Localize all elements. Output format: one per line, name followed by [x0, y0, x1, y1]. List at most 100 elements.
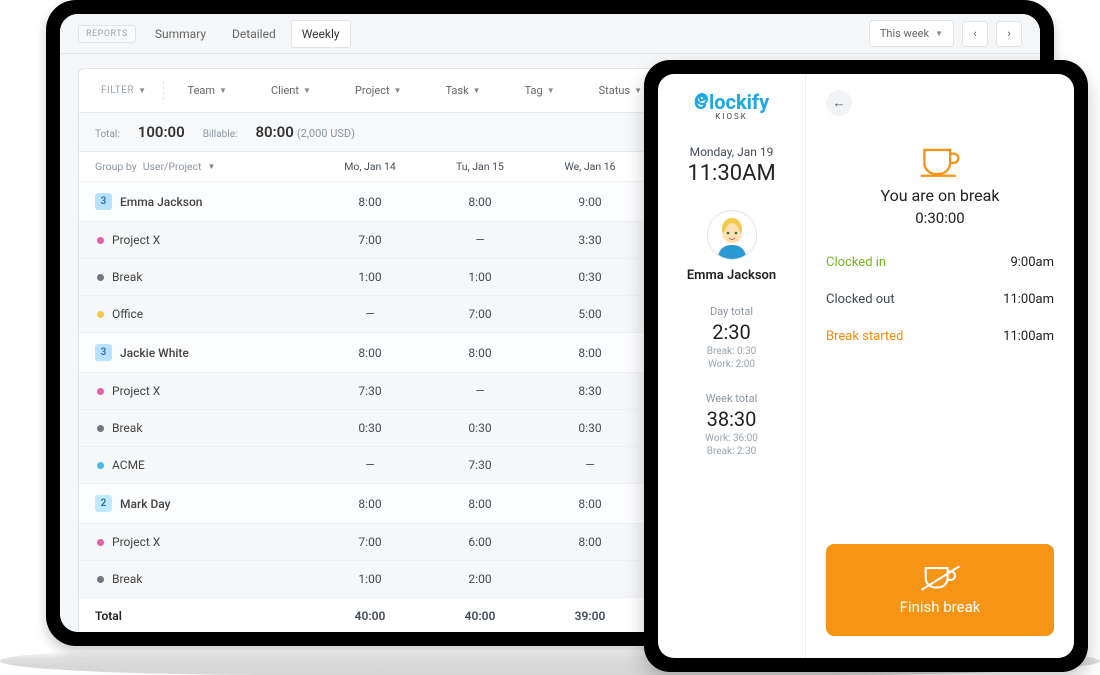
- cell: 0:30: [535, 270, 645, 284]
- color-dot: [97, 462, 104, 469]
- clock-line-value: 9:00am: [1010, 255, 1054, 270]
- day-break: Break: 0:30: [707, 346, 757, 357]
- break-title: You are on break: [826, 186, 1054, 205]
- filter-status[interactable]: Status ▼: [589, 80, 652, 101]
- tablet-frame: Clockify KIOSK Monday, Jan 19 11:30AM Em…: [644, 60, 1088, 672]
- cell: 1:00: [315, 270, 425, 284]
- chevron-down-icon: ▼: [473, 86, 481, 95]
- color-dot: [97, 388, 104, 395]
- cell: 8:00: [425, 195, 535, 209]
- billable-amount: (2,000 USD): [297, 127, 355, 140]
- tablet-screen: Clockify KIOSK Monday, Jan 19 11:30AM Em…: [658, 74, 1074, 658]
- chevron-down-icon: ▼: [935, 29, 943, 38]
- kiosk-sidebar: Clockify KIOSK Monday, Jan 19 11:30AM Em…: [658, 74, 806, 658]
- row-name: ACME: [112, 458, 145, 472]
- cell: —: [315, 458, 425, 472]
- kiosk-sublabel: KIOSK: [715, 112, 747, 121]
- filter-project[interactable]: Project ▼: [345, 80, 412, 101]
- cell: —: [425, 384, 535, 398]
- row-name: Break: [112, 572, 142, 586]
- row-name: Project X: [112, 384, 160, 398]
- chevron-down-icon: ▼: [207, 162, 215, 171]
- clock-line-label: Clocked out: [826, 292, 895, 307]
- cell: 8:00: [425, 346, 535, 360]
- filter-task[interactable]: Task ▼: [435, 80, 490, 101]
- count-badge: 3: [95, 193, 112, 210]
- user-avatar: [707, 210, 757, 260]
- chevron-down-icon: ▼: [634, 86, 642, 95]
- row-name: Break: [112, 421, 142, 435]
- count-badge: 3: [95, 344, 112, 361]
- cell: 8:00: [315, 497, 425, 511]
- week-work: Work: 36:00: [705, 433, 758, 444]
- row-name: Project X: [112, 233, 160, 247]
- clock-lines: Clocked in9:00am Clocked out 11:00am Break …: [826, 255, 1054, 344]
- tab-weekly[interactable]: Weekly: [291, 20, 351, 48]
- group-by-value[interactable]: User/Project: [143, 160, 202, 173]
- total-cell-2: 39:00: [535, 609, 645, 623]
- cell: 8:00: [535, 346, 645, 360]
- filter-label[interactable]: FILTER ▼: [91, 81, 164, 100]
- clock-line-value: 11:00am: [1003, 292, 1054, 307]
- row-name: Jackie White: [120, 346, 189, 360]
- cell: 9:00: [535, 195, 645, 209]
- filter-label-text: FILTER: [101, 85, 134, 96]
- cell: 8:00: [315, 195, 425, 209]
- cell: 0:30: [425, 421, 535, 435]
- date-range-picker[interactable]: This week ▼: [869, 20, 954, 47]
- cell: 7:00: [315, 233, 425, 247]
- tab-summary[interactable]: Summary: [144, 20, 217, 48]
- filter-team[interactable]: Team ▼: [178, 80, 237, 101]
- kiosk-time: 11:30AM: [687, 161, 775, 186]
- coffee-cup-icon: [917, 142, 963, 180]
- reports-badge: REPORTS: [78, 25, 136, 43]
- break-duration: 0:30:00: [826, 209, 1054, 227]
- back-button[interactable]: ←: [826, 90, 852, 116]
- total-cell-1: 40:00: [425, 609, 535, 623]
- finish-break-label: Finish break: [900, 598, 981, 616]
- cell: —: [315, 307, 425, 321]
- clock-line-label: Break started: [826, 329, 903, 344]
- clock-line: Clocked in9:00am: [826, 255, 1054, 270]
- cell: —: [425, 233, 535, 247]
- kiosk-date: Monday, Jan 19: [690, 145, 774, 159]
- filter-label-text: Tag: [525, 84, 543, 97]
- tab-detailed[interactable]: Detailed: [221, 20, 287, 48]
- filter-tag[interactable]: Tag ▼: [515, 80, 565, 101]
- day-total-value: 2:30: [707, 320, 757, 344]
- cell: 8:00: [535, 497, 645, 511]
- clock-line: Break started11:00am: [826, 329, 1054, 344]
- cell: 1:00: [425, 270, 535, 284]
- row-name: Break: [112, 270, 142, 284]
- row-name: Project X: [112, 535, 160, 549]
- cell: 8:00: [535, 535, 645, 549]
- col-day-2: We, Jan 16: [535, 160, 645, 173]
- next-week-button[interactable]: ›: [996, 21, 1022, 47]
- date-range-label: This week: [880, 27, 929, 40]
- cell: 8:00: [315, 346, 425, 360]
- cell: 7:00: [315, 535, 425, 549]
- week-total-value: 38:30: [705, 407, 758, 431]
- row-name: Office: [112, 307, 143, 321]
- prev-week-button[interactable]: ‹: [962, 21, 988, 47]
- cell: 5:00: [535, 307, 645, 321]
- color-dot: [97, 425, 104, 432]
- col-day-1: Tu, Jan 15: [425, 160, 535, 173]
- chevron-down-icon: ▼: [303, 86, 311, 95]
- col-day-0: Mo, Jan 14: [315, 160, 425, 173]
- total-label: Total:: [95, 129, 120, 140]
- chevron-down-icon: ▼: [394, 86, 402, 95]
- total-row-label: Total: [95, 609, 315, 623]
- filter-client[interactable]: Client ▼: [261, 80, 321, 101]
- kiosk-main: ← You are on break 0:30:00 Clocked in9:0…: [806, 74, 1074, 658]
- week-total-block: Week total 38:30 Work: 36:00 Break: 2:30: [705, 392, 758, 457]
- cell: 7:30: [425, 458, 535, 472]
- cell: 7:30: [315, 384, 425, 398]
- cell: 3:30: [535, 233, 645, 247]
- color-dot: [97, 311, 104, 318]
- top-bar: REPORTS Summary Detailed Weekly This wee…: [60, 14, 1040, 54]
- finish-break-button[interactable]: Finish break: [826, 544, 1054, 636]
- total-cell-0: 40:00: [315, 609, 425, 623]
- week-total-label: Week total: [705, 392, 758, 405]
- total-value: 100:00: [138, 123, 185, 141]
